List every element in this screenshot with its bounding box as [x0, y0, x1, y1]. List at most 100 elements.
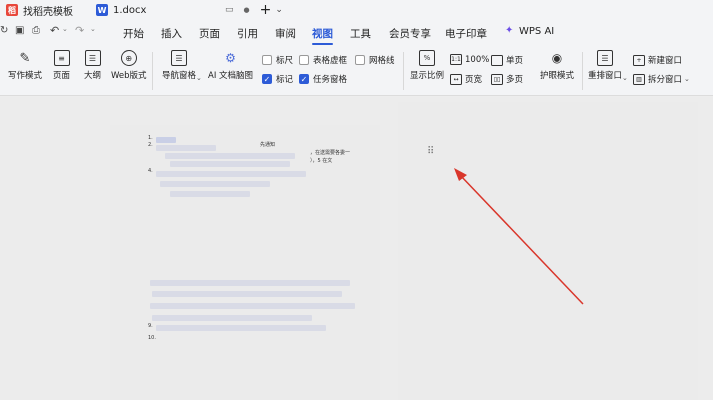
- ruler-checkbox[interactable]: 标尺: [262, 54, 293, 66]
- reorder-window-label: 重排窗口: [588, 71, 623, 81]
- new-window-label: 新建窗口: [648, 56, 683, 66]
- menu-home[interactable]: 开始: [123, 26, 144, 41]
- web-layout-label: Web版式: [111, 71, 147, 81]
- page-width-button[interactable]: ↔ 页宽: [450, 73, 482, 85]
- page-width-label: 页宽: [465, 75, 483, 85]
- divider: [582, 52, 583, 90]
- divider: [403, 52, 404, 90]
- undo-dropdown-icon[interactable]: ⌄: [62, 25, 68, 33]
- menu-page[interactable]: 页面: [199, 26, 220, 41]
- view-ribbon: ✎ 写作模式 ≡ 页面 ☰ 大纲 ⊕ Web版式 ☰ 导航窗格 ⌄ ⚙ AI 文…: [0, 46, 713, 96]
- multi-page-button[interactable]: ▯▯ 多页: [491, 73, 523, 85]
- gridlines-label: 网格线: [369, 56, 395, 66]
- nav-pane-dropdown-icon[interactable]: ⌄: [196, 74, 202, 82]
- tab-templates[interactable]: 稻 找稻壳模板: [6, 0, 73, 20]
- eye-protect-label: 护眼模式: [540, 71, 575, 81]
- markup-checkbox[interactable]: ✓ 标记: [262, 73, 293, 85]
- zoom-label: 显示比例: [410, 71, 445, 81]
- ai-mindmap-label: AI 文档脑图: [208, 71, 254, 81]
- task-pane-checkbox[interactable]: ✓ 任务窗格: [299, 73, 347, 85]
- undo-icon[interactable]: ↶: [50, 24, 59, 37]
- write-mode-label: 写作模式: [8, 71, 43, 81]
- document-workspace: 1. 2. 先通知 ，在送需要各委一 ），5 在文 4. 9. 10. ⠿: [0, 97, 713, 400]
- pen-icon: ✎: [19, 50, 31, 66]
- arrow-line: [459, 174, 584, 305]
- zoom-icon: %: [419, 50, 435, 66]
- menu-e-seal[interactable]: 电子印章: [445, 26, 487, 41]
- divider: [152, 52, 153, 90]
- gridlines-box[interactable]: [355, 55, 365, 65]
- daoke-logo-icon: 稻: [6, 4, 18, 16]
- title-bar: 稻 找稻壳模板 W 1.docx ▭ ● + ⌄: [0, 0, 713, 20]
- chevron-down-icon[interactable]: ⌄: [275, 5, 283, 15]
- eye-protect-button[interactable]: ◉ 护眼模式: [540, 50, 574, 81]
- write-mode-button[interactable]: ✎ 写作模式: [8, 50, 43, 82]
- dot-icon[interactable]: ●: [244, 6, 250, 14]
- menu-member[interactable]: 会员专享: [389, 26, 431, 41]
- split-window-icon: ▥: [633, 73, 645, 85]
- task-pane-box[interactable]: ✓: [299, 74, 309, 84]
- multi-page-icon: ▯▯: [491, 73, 503, 85]
- monitor-icon[interactable]: ▭: [225, 5, 234, 15]
- page-view-label: 页面: [53, 71, 71, 81]
- table-grid-checkbox[interactable]: 表格虚框: [299, 54, 347, 66]
- page-view-button[interactable]: ≡ 页面: [53, 50, 70, 81]
- markup-box[interactable]: ✓: [262, 74, 272, 84]
- outline-icon: ☰: [84, 50, 101, 66]
- reorder-dropdown-icon[interactable]: ⌄: [622, 74, 628, 82]
- tab-tools: ▭ ● + ⌄: [225, 0, 283, 20]
- menu-wps-ai[interactable]: WPS AI: [519, 26, 554, 37]
- menu-references[interactable]: 引用: [237, 26, 258, 41]
- markup-label: 标记: [276, 75, 294, 85]
- zoom-100-button[interactable]: 1:1 100%: [450, 54, 489, 65]
- mindmap-icon: ⚙: [225, 51, 236, 65]
- split-window-button[interactable]: ▥ 拆分窗口 ⌄: [633, 73, 690, 85]
- reorder-window-button[interactable]: ☰ 重排窗口: [588, 50, 622, 81]
- multi-page-label: 多页: [506, 75, 524, 85]
- task-pane-label: 任务窗格: [313, 75, 348, 85]
- ruler-label: 标尺: [276, 56, 294, 66]
- nav-pane-label: 导航窗格: [162, 71, 197, 81]
- nav-pane-icon: ☰: [171, 50, 187, 66]
- wps-ai-icon: ✦: [505, 25, 514, 36]
- print-icon[interactable]: ⎙: [32, 25, 40, 36]
- web-layout-button[interactable]: ⊕ Web版式: [111, 50, 147, 81]
- new-window-icon: +: [633, 54, 645, 66]
- zoom-100-label: 100%: [465, 54, 490, 65]
- menu-review[interactable]: 审阅: [275, 26, 296, 41]
- single-page-icon: [491, 54, 503, 66]
- page-width-icon: ↔: [450, 73, 462, 85]
- menu-view[interactable]: 视图: [312, 26, 333, 45]
- tab-document[interactable]: W 1.docx: [96, 0, 146, 20]
- new-tab-button[interactable]: +: [260, 2, 272, 18]
- new-window-button[interactable]: + 新建窗口: [633, 54, 682, 66]
- outline-label: 大纲: [84, 71, 102, 81]
- menu-tools[interactable]: 工具: [350, 26, 371, 41]
- ruler-box[interactable]: [262, 55, 272, 65]
- table-grid-label: 表格虚框: [313, 56, 348, 66]
- red-arrow-annotation: [454, 168, 584, 305]
- split-dropdown-icon[interactable]: ⌄: [684, 75, 690, 83]
- file-menu-icon[interactable]: ↻: [0, 25, 8, 36]
- ai-mindmap-button[interactable]: ⚙ AI 文档脑图: [208, 50, 253, 81]
- menu-insert[interactable]: 插入: [161, 26, 182, 41]
- arrow-head: [454, 168, 467, 181]
- table-grid-box[interactable]: [299, 55, 309, 65]
- save-icon[interactable]: ▣: [15, 25, 24, 36]
- nav-pane-button[interactable]: ☰ 导航窗格: [162, 50, 196, 81]
- redo-icon[interactable]: ↷: [75, 24, 84, 37]
- zoom-button[interactable]: % 显示比例: [410, 50, 444, 81]
- gridlines-checkbox[interactable]: 网格线: [355, 54, 395, 66]
- single-page-button[interactable]: 单页: [491, 54, 523, 66]
- word-doc-icon: W: [96, 4, 108, 16]
- globe-icon: ⊕: [120, 50, 137, 66]
- outline-button[interactable]: ☰ 大纲: [84, 50, 101, 81]
- tab-templates-label: 找稻壳模板: [23, 6, 73, 18]
- tab-document-label: 1.docx: [113, 4, 147, 16]
- single-page-label: 单页: [506, 56, 524, 66]
- page-icon: ≡: [53, 50, 70, 66]
- menu-bar: ↻ ▣ ⎙ ↶ ⌄ ↷ ⌄ 开始 插入 页面 引用 审阅 视图 工具 会员专享 …: [0, 20, 713, 46]
- split-window-label: 拆分窗口: [648, 75, 683, 85]
- quick-access-dropdown-icon[interactable]: ⌄: [90, 25, 96, 33]
- eye-icon: ◉: [551, 51, 563, 65]
